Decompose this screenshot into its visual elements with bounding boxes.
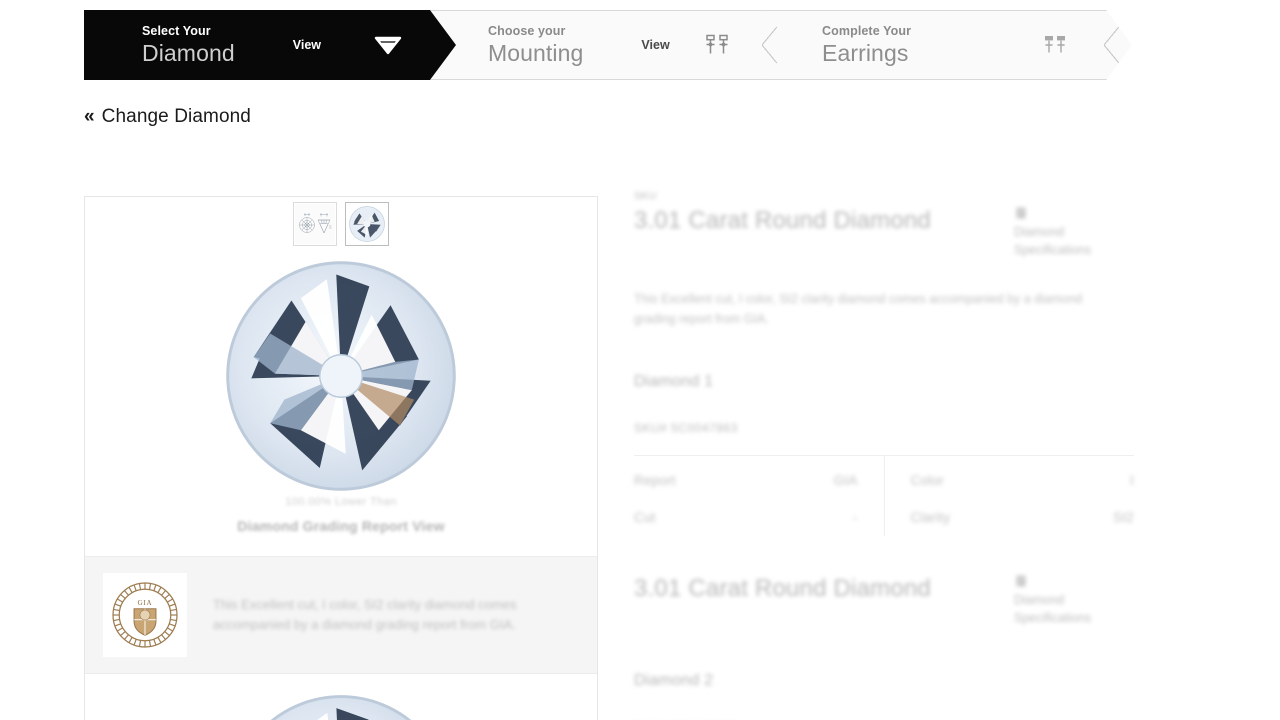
step-choose-mounting[interactable]: Choose your Mounting View	[430, 10, 790, 80]
diamond-product-card: 100.00% Lower Than Diamond Grading Repor…	[84, 196, 598, 720]
step-2-title: Mounting	[488, 39, 584, 66]
step-complete-earrings[interactable]: Complete Your Earrings	[764, 10, 1132, 80]
svg-text:GIA: GIA	[138, 599, 153, 607]
gia-description-text: This Excellent cut, I color, SI2 clarity…	[213, 596, 517, 632]
step-1-view-link[interactable]: View	[293, 38, 321, 52]
diamond-2-specifications-label: Diamond Specifications	[1014, 593, 1092, 626]
step-1-titles: Select Your Diamond	[142, 24, 235, 67]
spec-key: Cut	[634, 510, 656, 526]
diamond-2-specifications-link[interactable]: Diamond Specifications	[1014, 574, 1134, 627]
gia-certification-band: GIA This Excellent cut, I color, SI2 cla…	[85, 556, 597, 674]
diamond-1-spec-col-left: Report GIA Cut -	[634, 456, 884, 536]
caption-subtext: 100.00% Lower Than	[285, 496, 397, 508]
table-row: Cut -	[634, 499, 884, 536]
diamond-1-sku-line: SKU# 5C0047863	[634, 421, 738, 436]
step-3-titles: Complete Your Earrings	[822, 24, 911, 67]
page-root: Select Your Diamond View Choose your Mou…	[0, 0, 1280, 720]
checkout-step-progress-bar: Select Your Diamond View Choose your Mou…	[84, 10, 1132, 80]
table-row: Report GIA	[634, 462, 884, 499]
spec-value: GIA	[833, 473, 858, 489]
step-2-eyebrow: Choose your	[488, 23, 566, 38]
change-diamond-link[interactable]: « Change Diamond	[84, 106, 251, 128]
diamond-2-title: 3.01 Carat Round Diamond	[634, 575, 931, 603]
diamond-hero-image-1	[85, 256, 597, 496]
specifications-icon	[1016, 576, 1026, 587]
gia-seal-icon: GIA	[103, 573, 187, 657]
spec-value: I	[1130, 473, 1134, 489]
diamond-detail-section-2: 3.01 Carat Round Diamond Diamond Specifi…	[634, 574, 1134, 720]
spec-key: Report	[634, 473, 676, 489]
diamond-1-sku-eyebrow: SKU	[634, 190, 657, 202]
diamond-1-section-label: Diamond 1	[634, 373, 714, 391]
step-1-title: Diamond	[142, 39, 235, 66]
diamond-diagram-thumbnail[interactable]	[293, 202, 337, 246]
card-caption-block: 100.00% Lower Than Diamond Grading Repor…	[85, 496, 597, 556]
diamond-detail-section-1: SKU 3.01 Carat Round Diamond Diamond Spe…	[634, 190, 1135, 537]
step-2-view-link[interactable]: View	[641, 38, 669, 52]
finished-earrings-icon	[1042, 33, 1068, 57]
diamond-2-section-label: Diamond 2	[634, 671, 714, 689]
diamond-details-pane: SKU 3.01 Carat Round Diamond Diamond Spe…	[634, 190, 1134, 720]
table-row: Color I	[885, 462, 1135, 499]
diamond-1-specifications-label: Diamond Specifications	[1014, 225, 1092, 258]
diamond-photo-thumbnail[interactable]	[345, 202, 389, 246]
diamond-1-description: This Excellent cut, I color, SI2 clarity…	[634, 292, 1083, 327]
step-3-eyebrow: Complete Your	[822, 23, 912, 38]
step-3-title: Earrings	[822, 39, 909, 66]
diamond-1-spec-col-right: Color I Clarity SI2	[885, 456, 1135, 536]
diamond-hero-image-2	[85, 674, 597, 720]
spec-key: Color	[910, 473, 944, 489]
diamond-1-spec-table: Report GIA Cut - Color I Clarity SI2	[634, 455, 1135, 537]
spec-value: -	[852, 510, 858, 526]
step-2-titles: Choose your Mounting	[488, 24, 583, 67]
thumbnail-strip	[85, 197, 597, 246]
step-1-eyebrow: Select Your	[142, 23, 211, 38]
change-diamond-label: Change Diamond	[101, 106, 251, 127]
step-select-diamond[interactable]: Select Your Diamond View	[84, 10, 456, 80]
diamond-2-header-row: 3.01 Carat Round Diamond Diamond Specifi…	[634, 574, 1134, 627]
diamond-grading-report-link[interactable]: Diamond Grading Report View	[85, 518, 597, 534]
back-chevron-icon: «	[84, 106, 95, 127]
diamond-icon	[374, 34, 402, 56]
diamond-1-specifications-link[interactable]: Diamond Specifications	[1014, 206, 1134, 259]
diamond-1-header-row: 3.01 Carat Round Diamond Diamond Specifi…	[634, 206, 1134, 259]
diamond-1-title: 3.01 Carat Round Diamond	[634, 207, 931, 234]
spec-key: Clarity	[910, 510, 951, 526]
table-row: Clarity SI2	[885, 499, 1135, 536]
spec-value: SI2	[1113, 510, 1134, 526]
specifications-icon	[1016, 207, 1026, 219]
earring-mounting-icon	[704, 33, 730, 57]
